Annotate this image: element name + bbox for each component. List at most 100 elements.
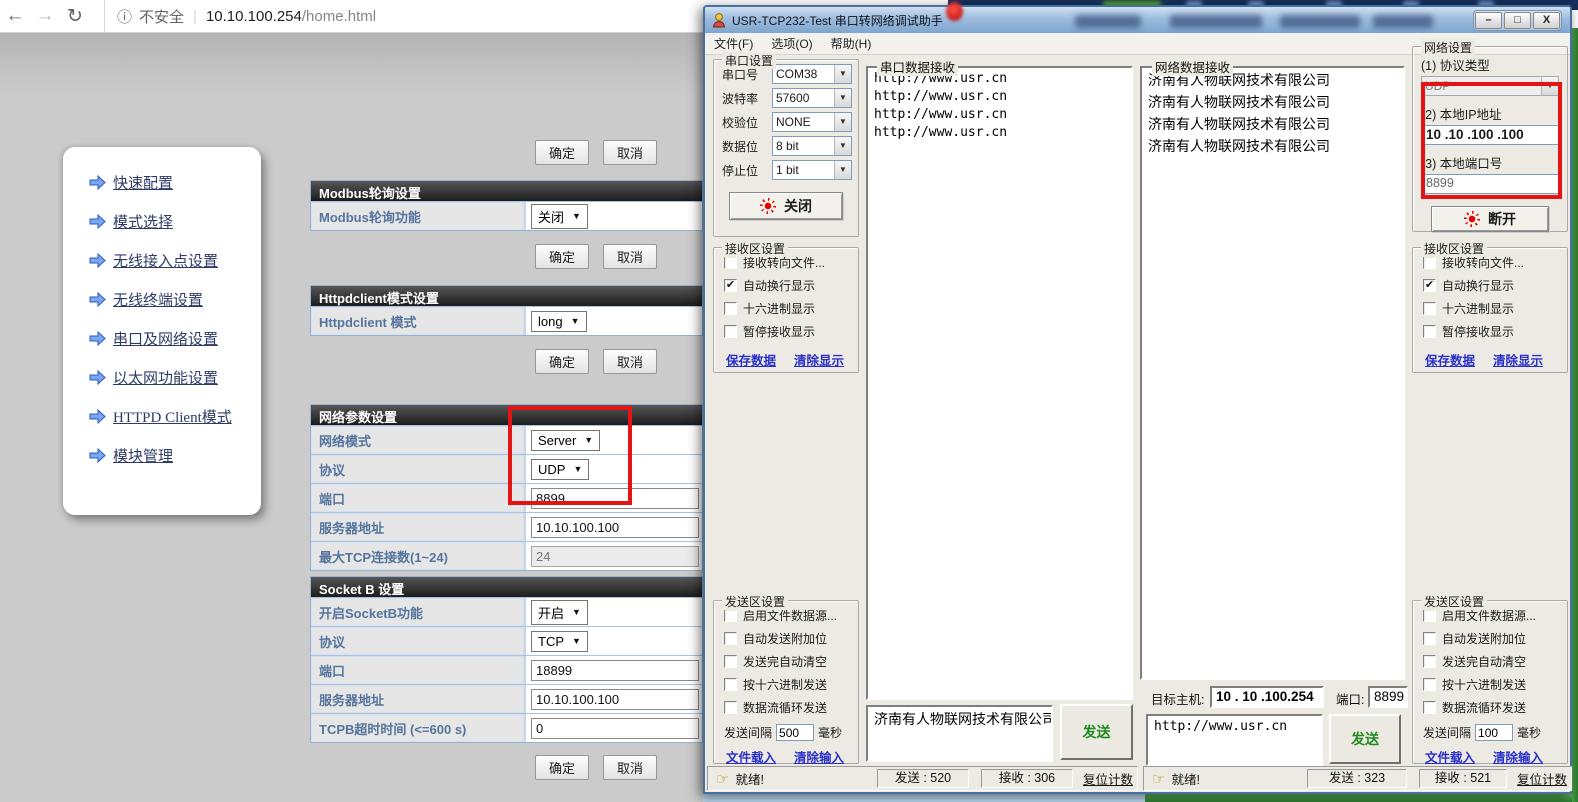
- httpdclient-mode-select[interactable]: long ▼: [531, 311, 587, 332]
- dropdown-arrow-icon[interactable]: ▼: [834, 65, 851, 83]
- cancel-button[interactable]: 取消: [603, 140, 657, 165]
- server-address-input[interactable]: [531, 517, 699, 538]
- forward-icon[interactable]: →: [30, 5, 60, 27]
- hex-display-checkbox[interactable]: 十六进制显示: [1423, 300, 1567, 317]
- sidebar-item-wireless-ap[interactable]: 无线接入点设置: [89, 241, 261, 280]
- title-bar[interactable]: USR-TCP232-Test 串口转网络调试助手 – □ X: [705, 7, 1570, 33]
- socketb-server-input[interactable]: [531, 689, 699, 710]
- auto-append-checkbox[interactable]: 自动发送附加位: [724, 630, 858, 647]
- ok-button[interactable]: 确定: [535, 349, 589, 374]
- dropdown-arrow-icon[interactable]: ▼: [834, 89, 851, 107]
- stop-bits-select[interactable]: 1 bit▼: [772, 160, 852, 180]
- cancel-button[interactable]: 取消: [603, 349, 657, 374]
- back-icon[interactable]: ←: [0, 5, 30, 27]
- net-send-button[interactable]: 发送: [1329, 714, 1401, 764]
- tcpb-timeout-input[interactable]: [531, 718, 699, 739]
- clear-after-send-checkbox[interactable]: 发送完自动清空: [1423, 653, 1567, 670]
- serial-send-input[interactable]: 济南有人物联网技术有限公司: [866, 705, 1053, 762]
- hex-send-checkbox[interactable]: 按十六进制发送: [724, 676, 858, 693]
- pause-recv-checkbox[interactable]: 暂停接收显示: [1423, 323, 1567, 340]
- modbus-poll-select[interactable]: 关闭 ▼: [531, 204, 588, 229]
- serial-close-button[interactable]: 关闭: [729, 192, 843, 220]
- reset-counter-link[interactable]: 复位计数: [1083, 769, 1133, 788]
- local-port-field[interactable]: 8899: [1421, 174, 1559, 194]
- load-file-link[interactable]: 文件载入: [1425, 747, 1475, 766]
- sidebar-item-httpd-client[interactable]: HTTPD Client模式: [89, 397, 261, 436]
- clear-after-send-checkbox[interactable]: 发送完自动清空: [724, 653, 858, 670]
- ok-button[interactable]: 确定: [535, 755, 589, 780]
- clear-display-link[interactable]: 清除显示: [1493, 350, 1543, 369]
- save-data-link[interactable]: 保存数据: [726, 350, 776, 369]
- hex-display-checkbox[interactable]: 十六进制显示: [724, 300, 858, 317]
- network-mode-select[interactable]: Server ▼: [531, 430, 600, 451]
- close-button[interactable]: X: [1533, 12, 1560, 29]
- sidebar-item-ethernet[interactable]: 以太网功能设置: [89, 358, 261, 397]
- network-settings-group: 网络设置 (1) 协议类型 UDP ▼ (2) 本地IP地址 10 .10 .1…: [1412, 46, 1568, 232]
- desktop-strip-green: [1145, 793, 1578, 802]
- target-host-label: 目标主机:: [1148, 689, 1207, 708]
- save-data-link[interactable]: 保存数据: [1425, 350, 1475, 369]
- sidebar-item-module-manage[interactable]: 模块管理: [89, 436, 261, 475]
- arrow-right-icon: [89, 292, 106, 307]
- sidebar-item-serial-network[interactable]: 串口及网络设置: [89, 319, 261, 358]
- clear-display-link[interactable]: 清除显示: [794, 350, 844, 369]
- window-title: USR-TCP232-Test 串口转网络调试助手: [732, 12, 943, 29]
- protocol-select[interactable]: UDP ▼: [531, 459, 589, 480]
- recv-counter: 接收 : 306: [981, 769, 1073, 788]
- socketb-protocol-select[interactable]: TCP ▼: [531, 631, 588, 652]
- arrow-right-icon: [89, 253, 106, 268]
- serial-recv-area[interactable]: http://www.usr.cn http://www.usr.cn http…: [866, 66, 1133, 700]
- dropdown-arrow-icon: ▼: [584, 435, 593, 445]
- sidebar-item-mode-select[interactable]: 模式选择: [89, 202, 261, 241]
- send-interval-input[interactable]: [776, 724, 814, 741]
- cancel-button[interactable]: 取消: [603, 244, 657, 269]
- loop-send-checkbox[interactable]: 数据流循环发送: [1423, 699, 1567, 716]
- arrow-right-icon: [89, 331, 106, 346]
- serial-send-button[interactable]: 发送: [1060, 704, 1133, 760]
- maximize-button[interactable]: □: [1504, 12, 1531, 29]
- cancel-button[interactable]: 取消: [603, 755, 657, 780]
- auto-wrap-checkbox[interactable]: ✔自动换行显示: [724, 277, 858, 294]
- clear-input-link[interactable]: 清除输入: [1493, 747, 1543, 766]
- menu-file[interactable]: 文件(F): [705, 35, 762, 52]
- data-bits-select[interactable]: 8 bit▼: [772, 136, 852, 156]
- auto-wrap-checkbox[interactable]: ✔自动换行显示: [1423, 277, 1567, 294]
- disconnect-button[interactable]: 断开: [1431, 206, 1549, 232]
- com-port-select[interactable]: COM38▼: [772, 64, 852, 84]
- load-file-link[interactable]: 文件载入: [726, 747, 776, 766]
- red-indicator-icon: [760, 198, 776, 214]
- net-send-input[interactable]: http://www.usr.cn: [1146, 714, 1323, 766]
- local-ip-field[interactable]: 10 .10 .100 .100: [1421, 125, 1559, 145]
- target-host-field[interactable]: 10 . 10 .100.254: [1210, 686, 1324, 708]
- port-input[interactable]: [531, 488, 699, 509]
- reload-icon[interactable]: ↻: [60, 5, 90, 28]
- ok-button[interactable]: 确定: [535, 140, 589, 165]
- net-recv-area[interactable]: 济南有人物联网技术有限公司 济南有人物联网技术有限公司 济南有人物联网技术有限公…: [1140, 66, 1405, 680]
- socketb-enable-select[interactable]: 开启 ▼: [531, 600, 588, 625]
- baud-rate-select[interactable]: 57600▼: [772, 88, 852, 108]
- auto-append-checkbox[interactable]: 自动发送附加位: [1423, 630, 1567, 647]
- desktop-edge-green: [1572, 28, 1578, 802]
- socketb-port-input[interactable]: [531, 660, 699, 681]
- loop-send-checkbox[interactable]: 数据流循环发送: [724, 699, 858, 716]
- sidebar-item-quick-config[interactable]: 快速配置: [89, 163, 261, 202]
- sent-counter: 发送 : 323: [1307, 769, 1407, 788]
- menu-help[interactable]: 帮助(H): [822, 35, 881, 52]
- dropdown-arrow-icon[interactable]: ▼: [834, 113, 851, 131]
- parity-select[interactable]: NONE▼: [772, 112, 852, 132]
- reset-counter-link[interactable]: 复位计数: [1517, 769, 1567, 788]
- ok-button[interactable]: 确定: [535, 244, 589, 269]
- dropdown-arrow-icon[interactable]: ▼: [834, 161, 851, 179]
- hex-send-checkbox[interactable]: 按十六进制发送: [1423, 676, 1567, 693]
- dropdown-arrow-icon[interactable]: ▼: [834, 137, 851, 155]
- minimize-button[interactable]: –: [1475, 12, 1502, 29]
- section-header: Httpdclient模式设置: [311, 286, 702, 306]
- send-interval-input[interactable]: [1475, 724, 1513, 741]
- target-port-field[interactable]: 8899: [1368, 686, 1408, 708]
- sidebar-item-wireless-sta[interactable]: 无线终端设置: [89, 280, 261, 319]
- menu-options[interactable]: 选项(O): [762, 35, 821, 52]
- site-info-icon[interactable]: ⓘ: [117, 6, 132, 27]
- pause-recv-checkbox[interactable]: 暂停接收显示: [724, 323, 858, 340]
- dropdown-arrow-icon: ▼: [573, 464, 582, 474]
- clear-input-link[interactable]: 清除输入: [794, 747, 844, 766]
